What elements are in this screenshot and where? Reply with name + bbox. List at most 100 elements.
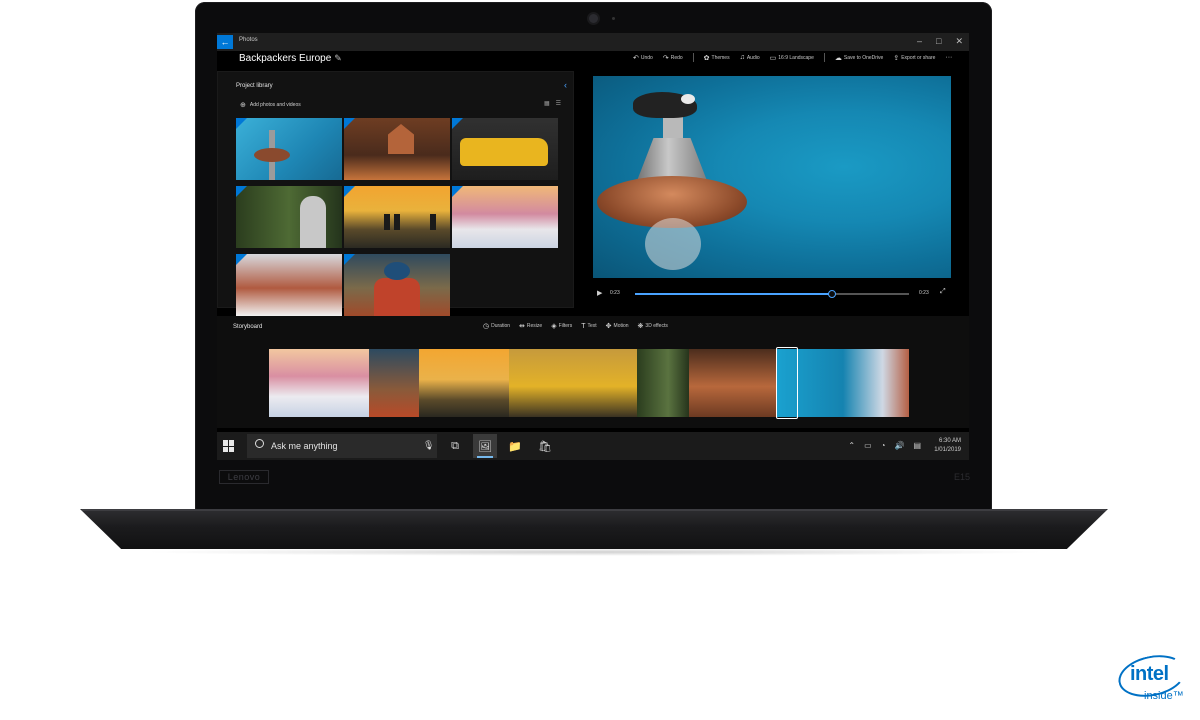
collapse-library-icon[interactable]: ‹: [564, 80, 567, 90]
back-button[interactable]: ←: [217, 35, 233, 49]
library-thumbnail[interactable]: [344, 254, 450, 316]
audio-label: Audio: [746, 54, 760, 61]
used-in-project-marker: [344, 186, 355, 197]
aspect-ratio-button[interactable]: ▭ 16:9 Landscape: [770, 54, 814, 62]
photos-app-icon[interactable]: 🖼: [473, 434, 497, 458]
taskbar-clock[interactable]: 6:30 AM 1/01/2019: [934, 437, 961, 455]
undo-label: Undo: [640, 54, 653, 61]
storyboard-filmstrip[interactable]: [269, 347, 909, 419]
bezel-logo: Lenovo: [219, 470, 269, 484]
back-arrow-icon: ←: [220, 37, 230, 47]
store-icon[interactable]: 🛍: [533, 434, 557, 458]
play-icon[interactable]: ▶: [597, 289, 602, 297]
volume-icon[interactable]: 🔊: [894, 441, 904, 450]
audio-button[interactable]: ♫ Audio: [740, 54, 760, 61]
current-time: 0:23: [610, 290, 620, 296]
resize-button[interactable]: ⇹ Resize: [519, 322, 542, 330]
thumbnail-detail: [384, 262, 410, 280]
thumbnail-detail: [384, 214, 390, 230]
filters-button[interactable]: ◈ Filters: [551, 322, 572, 330]
search-placeholder: Ask me anything: [271, 441, 338, 451]
list-view-icon[interactable]: ☰: [556, 100, 561, 107]
taskbar: Ask me anything 🎙 ⧉ 🖼 📁 🛍 ⌃ ▭ ◔ 🔊 ▤ 6:30…: [217, 432, 969, 460]
undo-button[interactable]: ↶ Undo: [633, 54, 653, 62]
intel-inside-logo: intel inside™: [1114, 649, 1190, 703]
save-to-onedrive-button[interactable]: ☁ Save to OneDrive: [835, 54, 883, 62]
maximize-button[interactable]: □: [936, 36, 941, 47]
library-title: Project library: [236, 83, 273, 89]
library-thumbnail[interactable]: [344, 118, 450, 180]
export-button[interactable]: ⇪ Export or share: [893, 54, 935, 62]
resize-label: Resize: [526, 323, 543, 329]
laptop-hinge: [82, 509, 1106, 511]
fullscreen-icon[interactable]: ⤢: [940, 288, 946, 296]
video-preview[interactable]: [593, 76, 951, 278]
webcam-indicator: [612, 17, 615, 20]
redo-button[interactable]: ↷ Redo: [663, 54, 683, 62]
themes-label: Themes: [711, 54, 730, 61]
close-button[interactable]: ✕: [955, 36, 963, 47]
duration-icon: ◷: [483, 323, 490, 330]
notifications-icon[interactable]: ▤: [913, 441, 921, 450]
file-explorer-icon[interactable]: 📁: [503, 434, 527, 458]
clock-date: 1/01/2019: [934, 447, 961, 453]
show-hidden-icons-icon[interactable]: ⌃: [848, 441, 855, 450]
wifi-icon[interactable]: ◔: [881, 441, 886, 450]
themes-button[interactable]: ✿ Themes: [704, 54, 730, 62]
task-view-icon[interactable]: ⧉: [443, 434, 467, 458]
library-thumbnail[interactable]: [236, 118, 342, 180]
playback-controls: ▶ 0:23 0:23 ⤢: [593, 287, 951, 301]
cortana-search-box[interactable]: Ask me anything 🎙: [247, 434, 437, 458]
storyboard-clip[interactable]: [419, 349, 509, 417]
total-time: 0:23: [919, 290, 929, 296]
window-titlebar: ← Photos – □ ✕: [217, 33, 969, 51]
toolbar: ↶ Undo ↷ Redo ✿ Themes ♫ Audio ▭ 16:9 Landsca…: [633, 53, 952, 62]
library-thumbnail[interactable]: [452, 186, 558, 248]
battery-icon[interactable]: ▭: [864, 441, 872, 450]
redo-icon: ↷: [662, 54, 669, 62]
toolbar-divider: [823, 53, 825, 62]
storyboard-clip[interactable]: [637, 349, 689, 417]
cortana-circle-icon: [255, 439, 264, 448]
library-thumbnail[interactable]: [452, 118, 558, 180]
add-photos-button[interactable]: ⊕ Add photos and videos: [240, 101, 301, 109]
3d-effects-icon: ❋: [637, 323, 644, 330]
storyboard-clip[interactable]: [689, 349, 777, 417]
windows-start-icon[interactable]: [223, 440, 235, 452]
audio-icon: ♫: [739, 54, 745, 61]
storyboard-clip[interactable]: [269, 349, 369, 417]
grid-view-icon[interactable]: ▦: [544, 100, 550, 107]
used-in-project-marker: [236, 118, 247, 129]
bezel-model-label: E15: [954, 472, 971, 482]
plus-icon: ⊕: [240, 102, 246, 109]
project-title[interactable]: Backpackers Europe ✎: [239, 53, 342, 64]
more-icon: ···: [945, 54, 953, 61]
more-button[interactable]: ···: [945, 54, 952, 61]
microphone-icon[interactable]: 🎙: [423, 440, 434, 451]
aspect-ratio-icon: ▭: [769, 54, 777, 62]
minimize-button[interactable]: –: [917, 36, 922, 47]
used-in-project-marker: [452, 186, 463, 197]
3d-effects-button[interactable]: ❋ 3D effects: [638, 322, 668, 330]
library-thumbnail[interactable]: [236, 254, 342, 316]
library-thumbnail[interactable]: [344, 186, 450, 248]
motion-button[interactable]: ✥ Motion: [606, 322, 629, 330]
thumbnail-detail: [254, 148, 290, 162]
thumbnail-detail: [460, 138, 548, 166]
storyboard-clip[interactable]: [369, 349, 419, 417]
library-thumbnail[interactable]: [236, 186, 342, 248]
preview-detail: [681, 94, 695, 104]
filters-icon: ◈: [551, 323, 557, 330]
seek-bar[interactable]: [635, 290, 909, 298]
pencil-icon[interactable]: ✎: [334, 53, 342, 63]
save-to-onedrive-label: Save to OneDrive: [843, 54, 884, 61]
text-label: Text: [587, 323, 597, 329]
export-label: Export or share: [901, 54, 936, 61]
seek-handle[interactable]: [828, 290, 837, 298]
intel-logo-inside: inside™: [1144, 690, 1184, 702]
thumbnail-detail: [300, 196, 326, 248]
text-button[interactable]: T Text: [581, 322, 596, 330]
duration-button[interactable]: ◷ Duration: [483, 322, 510, 330]
used-in-project-marker: [344, 118, 355, 129]
storyboard-clip[interactable]: [509, 349, 637, 417]
